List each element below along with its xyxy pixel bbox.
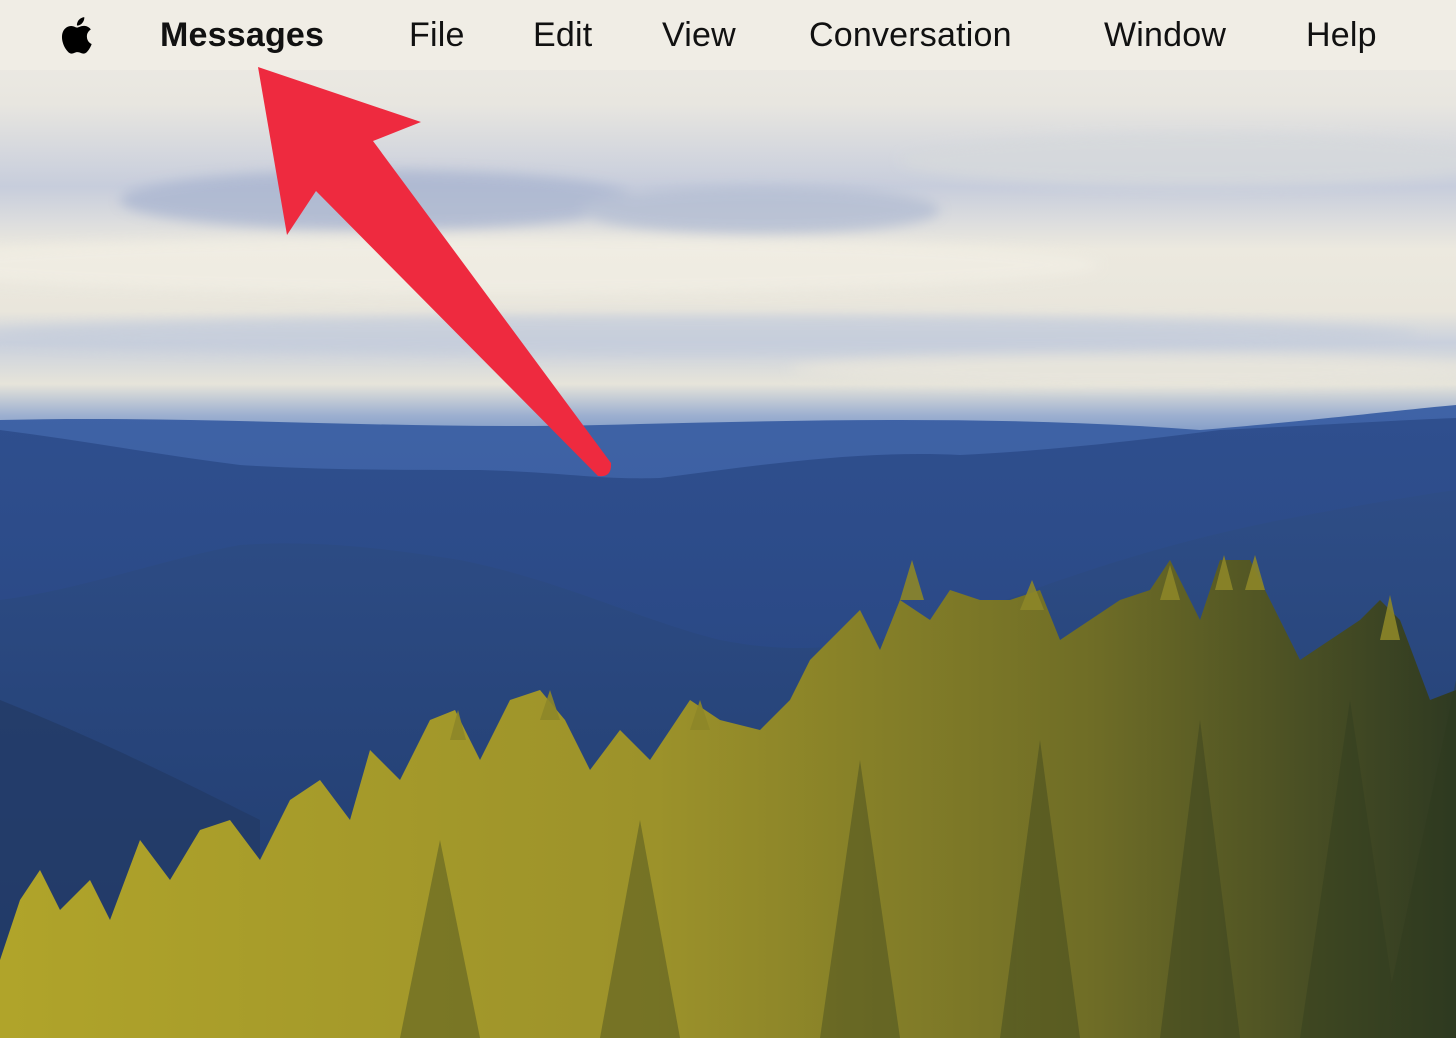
menu-app-messages[interactable]: Messages <box>160 12 324 58</box>
apple-menu[interactable] <box>58 12 102 58</box>
desktop-wallpaper <box>0 0 1456 1038</box>
menu-conversation[interactable]: Conversation <box>809 12 1012 58</box>
menu-window[interactable]: Window <box>1104 12 1226 58</box>
menu-bar: Messages File Edit View Conversation Win… <box>0 0 1456 70</box>
menu-file[interactable]: File <box>409 12 465 58</box>
menu-view[interactable]: View <box>662 12 736 58</box>
desktop: Messages File Edit View Conversation Win… <box>0 0 1456 1038</box>
apple-logo-icon <box>61 17 92 54</box>
menu-help[interactable]: Help <box>1306 12 1377 58</box>
menu-edit[interactable]: Edit <box>533 12 592 58</box>
